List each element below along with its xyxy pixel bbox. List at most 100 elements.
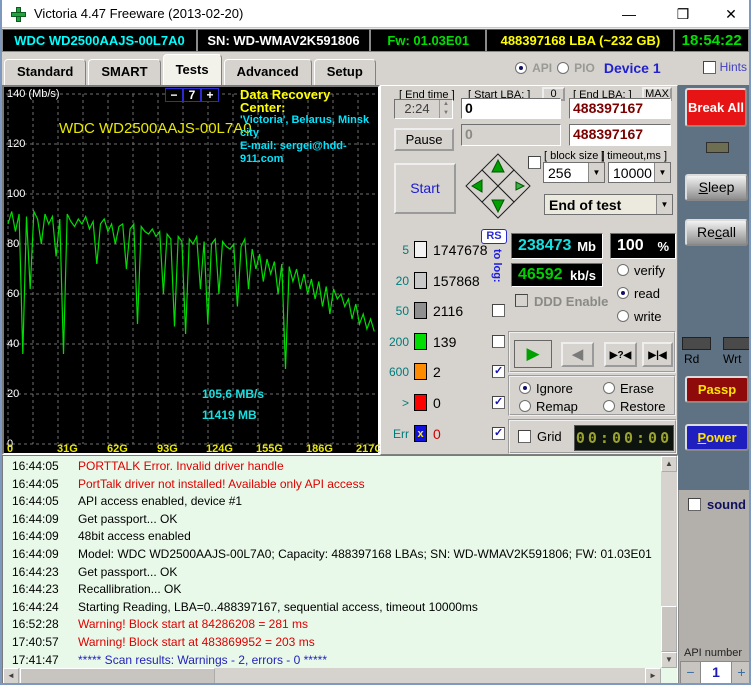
event-log: 16:44:05 PORTTALK Error. Invalid driver h…	[2, 455, 678, 683]
chevron-down-icon[interactable]: ▼	[654, 163, 670, 182]
scroll-up-icon[interactable]: ▲	[661, 456, 677, 472]
break-all-button[interactable]: Break All	[685, 88, 747, 127]
annotation-speed: 105,6 MB/s	[202, 387, 265, 401]
log-row: 16:44:24 Starting Reading, LBA=0..4883971…	[3, 599, 661, 617]
end-time-spinner[interactable]: 2:24 ▲ ▼	[394, 99, 453, 119]
histogram-log-checkbox[interactable]	[492, 335, 505, 348]
drive-capacity: 488397168 LBA (~232 GB)	[486, 29, 675, 52]
y-axis-tick: 40	[7, 338, 20, 350]
close-button[interactable]: ✕	[716, 3, 746, 25]
scale-minus-button[interactable]: −	[165, 88, 183, 102]
log-message: Recallibration... OK	[78, 582, 182, 597]
chevron-down-icon[interactable]: ▼	[588, 163, 604, 182]
position-display: 238473 Mb	[511, 233, 603, 259]
log-hscrollbar[interactable]: ◄ ►	[3, 668, 661, 683]
log-timestamp: 16:44:23	[12, 582, 59, 597]
annotation-volume: 11419 MB	[202, 408, 257, 422]
back-icon: ◀	[571, 346, 584, 363]
pio-label: PIO	[574, 61, 595, 75]
window-title: Victoria 4.47 Freeware (2013-02-20)	[34, 6, 244, 21]
api-number-label: API number	[684, 647, 743, 659]
block-size-select[interactable]: 256 ▼	[543, 162, 605, 183]
y-axis-tick: 140 (Mb/s)	[7, 88, 60, 100]
loop-checkbox[interactable]	[528, 156, 541, 169]
tab-tests[interactable]: Tests	[162, 54, 222, 85]
histogram-color-chip	[414, 272, 427, 289]
graph-drive-title: WDC WD2500AAJS-00L7A0	[59, 120, 252, 137]
log-vscrollbar[interactable]: ▲ ▼	[661, 456, 677, 668]
timeout-select[interactable]: 10000 ▼	[608, 162, 671, 183]
minimize-button[interactable]: —	[614, 3, 644, 25]
hints-checkbox[interactable]	[702, 60, 716, 74]
step-back-button[interactable]: ◀	[561, 342, 594, 367]
drive-model: WDC WD2500AAJS-00L7A0	[2, 29, 197, 52]
chevron-down-icon[interactable]: ▼	[656, 195, 672, 214]
end-lba-input[interactable]: 488397167	[569, 98, 671, 119]
speed-unit: kb/s	[569, 267, 596, 283]
passport-button[interactable]: Passp	[685, 376, 749, 403]
end-time-spin-arrows[interactable]: ▲ ▼	[439, 100, 452, 118]
erase-radio[interactable]	[603, 382, 615, 394]
hints-label: Hints	[719, 60, 747, 74]
verify-radio[interactable]	[617, 264, 629, 276]
verify-label: verify	[634, 263, 666, 278]
read-radio[interactable]	[617, 287, 629, 299]
scroll-left-icon[interactable]: ◄	[3, 668, 19, 683]
scroll-down-icon[interactable]: ▼	[661, 652, 677, 668]
y-axis-tick: 80	[7, 238, 20, 250]
restore-radio[interactable]	[603, 400, 615, 412]
scan-button[interactable]: ▶?◀	[604, 342, 637, 367]
histogram-bin-label: Err	[393, 427, 409, 441]
ignore-radio[interactable]	[519, 382, 531, 394]
histogram-bin-label: 50	[395, 304, 409, 318]
banner-location: 'Victoria', Belarus, Minsk city	[240, 114, 370, 139]
sleep-button[interactable]: Sleep	[685, 174, 748, 201]
restore-label: Restore	[620, 399, 666, 414]
histogram-log-checkbox[interactable]	[492, 364, 505, 378]
start-button[interactable]: Start	[394, 163, 456, 214]
end-action-select[interactable]: End of test ▼	[544, 194, 673, 215]
tab-smart[interactable]: SMART	[88, 59, 161, 85]
scale-plus-button[interactable]: +	[201, 88, 219, 102]
seek-end-icon: ▶|◀	[648, 350, 667, 361]
tab-advanced[interactable]: Advanced	[223, 59, 312, 85]
write-radio[interactable]	[617, 310, 629, 322]
maximize-button[interactable]: ❒	[668, 3, 698, 25]
api-radio[interactable]	[515, 62, 528, 74]
misc-panel: sound API number − 1 +	[678, 490, 749, 683]
histogram-log-checkbox[interactable]	[492, 395, 505, 409]
tab-setup[interactable]: Setup	[313, 59, 376, 85]
seek-end-button[interactable]: ▶|◀	[642, 342, 673, 367]
x-axis-tick: 124G	[206, 443, 233, 455]
scroll-right-icon[interactable]: ►	[645, 668, 661, 683]
histogram-log-checkbox[interactable]	[492, 304, 505, 317]
grid-checkbox[interactable]	[518, 430, 531, 443]
recall-button[interactable]: Recall	[685, 219, 748, 246]
sound-checkbox[interactable]	[688, 498, 701, 511]
play-button[interactable]: ▶	[514, 340, 552, 368]
histogram-log-checkbox[interactable]	[492, 426, 505, 440]
current-end-display: 488397167	[569, 124, 671, 146]
histogram-count: 0	[433, 426, 441, 442]
log-timestamp: 16:44:24	[12, 599, 59, 614]
victoria-window: Victoria 4.47 Freeware (2013-02-20) — ❒ …	[0, 0, 751, 685]
hscroll-thumb[interactable]	[20, 668, 215, 683]
ddd-enable-checkbox[interactable]	[515, 294, 528, 307]
api-plus-button[interactable]: +	[731, 661, 749, 683]
seek-diamond-graphic	[465, 153, 531, 219]
api-number-value: 1	[701, 661, 731, 683]
vscroll-thumb[interactable]	[661, 606, 677, 652]
start-lba-input[interactable]: 0	[461, 98, 561, 119]
pio-radio[interactable]	[557, 62, 570, 74]
rd-label: Rd	[684, 352, 700, 366]
position-value: 238473	[518, 237, 572, 254]
log-message: Model: WDC WD2500AAJS-00L7A0; Capacity: …	[78, 546, 652, 561]
log-timestamp: 17:40:57	[12, 634, 59, 649]
seek-diamond-control[interactable]	[464, 152, 532, 220]
api-minus-button[interactable]: −	[680, 661, 701, 683]
tab-standard[interactable]: Standard	[4, 59, 87, 85]
log-message: Starting Reading, LBA=0..488397167, sequ…	[78, 599, 478, 614]
remap-radio[interactable]	[519, 400, 531, 412]
pause-button[interactable]: Pause	[394, 128, 454, 151]
power-button[interactable]: Power	[685, 424, 749, 451]
